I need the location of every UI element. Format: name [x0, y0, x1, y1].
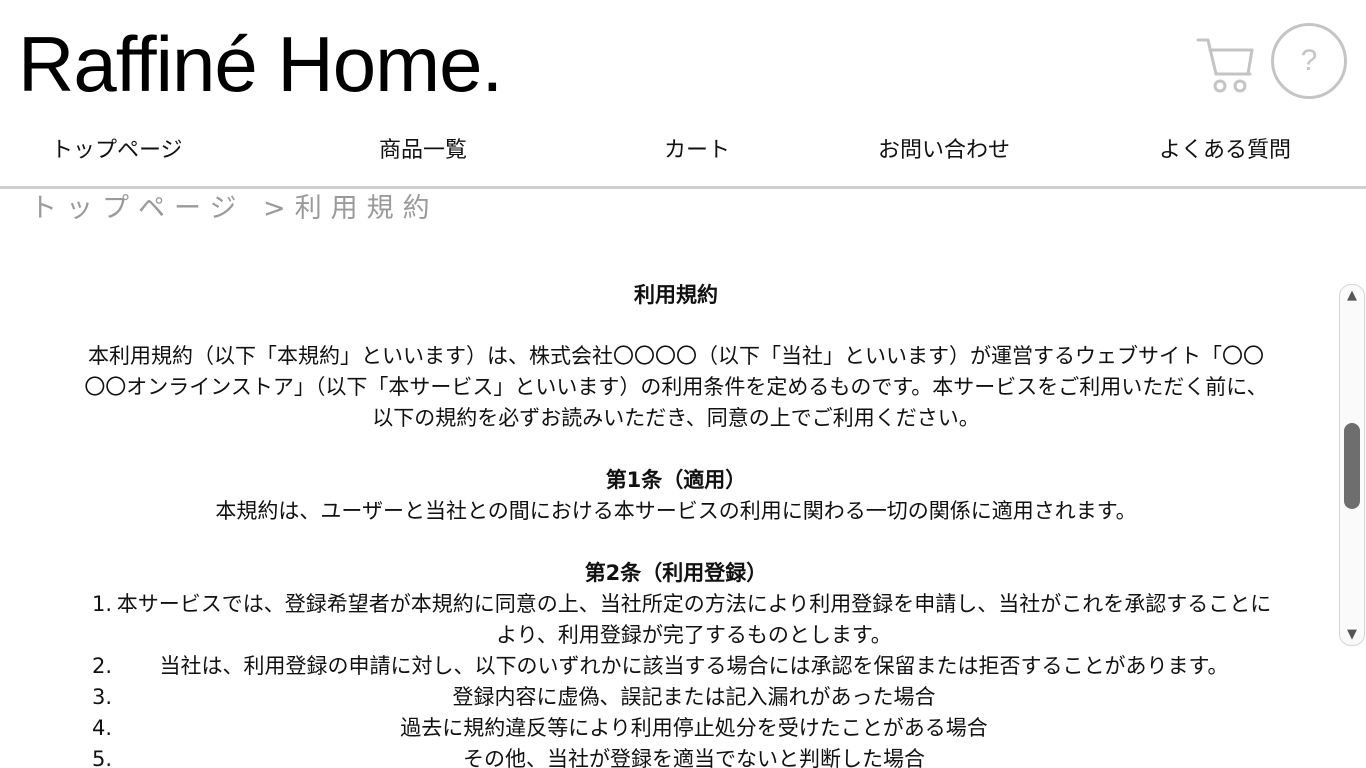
breadcrumb-home[interactable]: トップページ [30, 193, 245, 224]
terms-title: 利用規約 [634, 283, 718, 307]
nav-item-faq[interactable]: よくある質問 [1159, 136, 1291, 166]
list-item-text: 登録内容に虚偽、誤記または記入漏れがあった場合 [452, 685, 936, 709]
list-item-text: 本サービスでは、登録希望者が本規約に同意の上、当社所定の方法により利用登録を申請… [116, 592, 1272, 647]
scroll-down-arrow-icon[interactable]: ▼ [1340, 627, 1364, 642]
list-item: 3. 登録内容に虚偽、誤記または記入漏れがあった場合 [78, 682, 1274, 713]
help-button[interactable]: ? [1271, 23, 1347, 99]
list-item-number: 3. [92, 685, 113, 709]
scroll-up-arrow-icon[interactable]: ▲ [1340, 288, 1364, 303]
terms-intro: 本利用規約（以下「本規約」といいます）は、株式会社〇〇〇〇（以下「当社」といいま… [84, 344, 1268, 430]
list-item-number: 4. [92, 716, 113, 740]
cart-button[interactable] [1192, 30, 1260, 98]
shopping-cart-icon [1196, 38, 1254, 93]
article-1-body: 本規約は、ユーザーと当社との間における本サービスの利用に関わる一切の関係に適用さ… [215, 499, 1137, 523]
nav-item-contact[interactable]: お問い合わせ [878, 136, 1010, 166]
list-item: 1. 本サービスでは、登録希望者が本規約に同意の上、当社所定の方法により利用登録… [78, 589, 1274, 651]
main-nav: トップページ 商品一覧 カート お問い合わせ よくある質問 [0, 120, 1366, 189]
scrollbar-thumb[interactable] [1344, 423, 1360, 509]
list-item-number: 1. [92, 592, 113, 616]
article-1-heading: 第1条（適用） [605, 468, 747, 492]
nav-item-products[interactable]: 商品一覧 [379, 136, 467, 166]
breadcrumb-separator: > [245, 193, 295, 224]
site-logo[interactable]: Raffiné Home. [18, 18, 503, 110]
article-2-list: 1. 本サービスでは、登録希望者が本規約に同意の上、当社所定の方法により利用登録… [78, 589, 1274, 768]
page: Raffiné Home. ? トップページ 商品一覧 カート お問い合わせ よ… [0, 0, 1366, 768]
question-mark-icon: ? [1300, 44, 1318, 77]
article-2-heading: 第2条（利用登録） [584, 561, 768, 585]
breadcrumb: トップページ >利用規約 [30, 186, 439, 225]
list-item-text: 過去に規約違反等により利用停止処分を受けたことがある場合 [400, 716, 988, 740]
list-item: 2. 当社は、利用登録の申請に対し、以下のいずれかに該当する場合には承認を保留ま… [78, 651, 1274, 682]
nav-item-top[interactable]: トップページ [51, 136, 183, 166]
list-item: 4. 過去に規約違反等により利用停止処分を受けたことがある場合 [78, 713, 1274, 744]
list-item-number: 5. [92, 747, 113, 768]
list-item-text: その他、当社が登録を適当でないと判断した場合 [463, 747, 925, 768]
scrollbar[interactable]: ▲ ▼ [1339, 284, 1365, 646]
nav-item-cart[interactable]: カート [664, 136, 730, 166]
terms-content: 利用規約 本利用規約（以下「本規約」といいます）は、株式会社〇〇〇〇（以下「当社… [78, 280, 1274, 768]
list-item: 5. その他、当社が登録を適当でないと判断した場合 [78, 744, 1274, 768]
list-item-number: 2. [92, 654, 113, 678]
breadcrumb-current: 利用規約 [294, 193, 439, 224]
list-item-text: 当社は、利用登録の申請に対し、以下のいずれかに該当する場合には承認を保留または拒… [159, 654, 1229, 678]
